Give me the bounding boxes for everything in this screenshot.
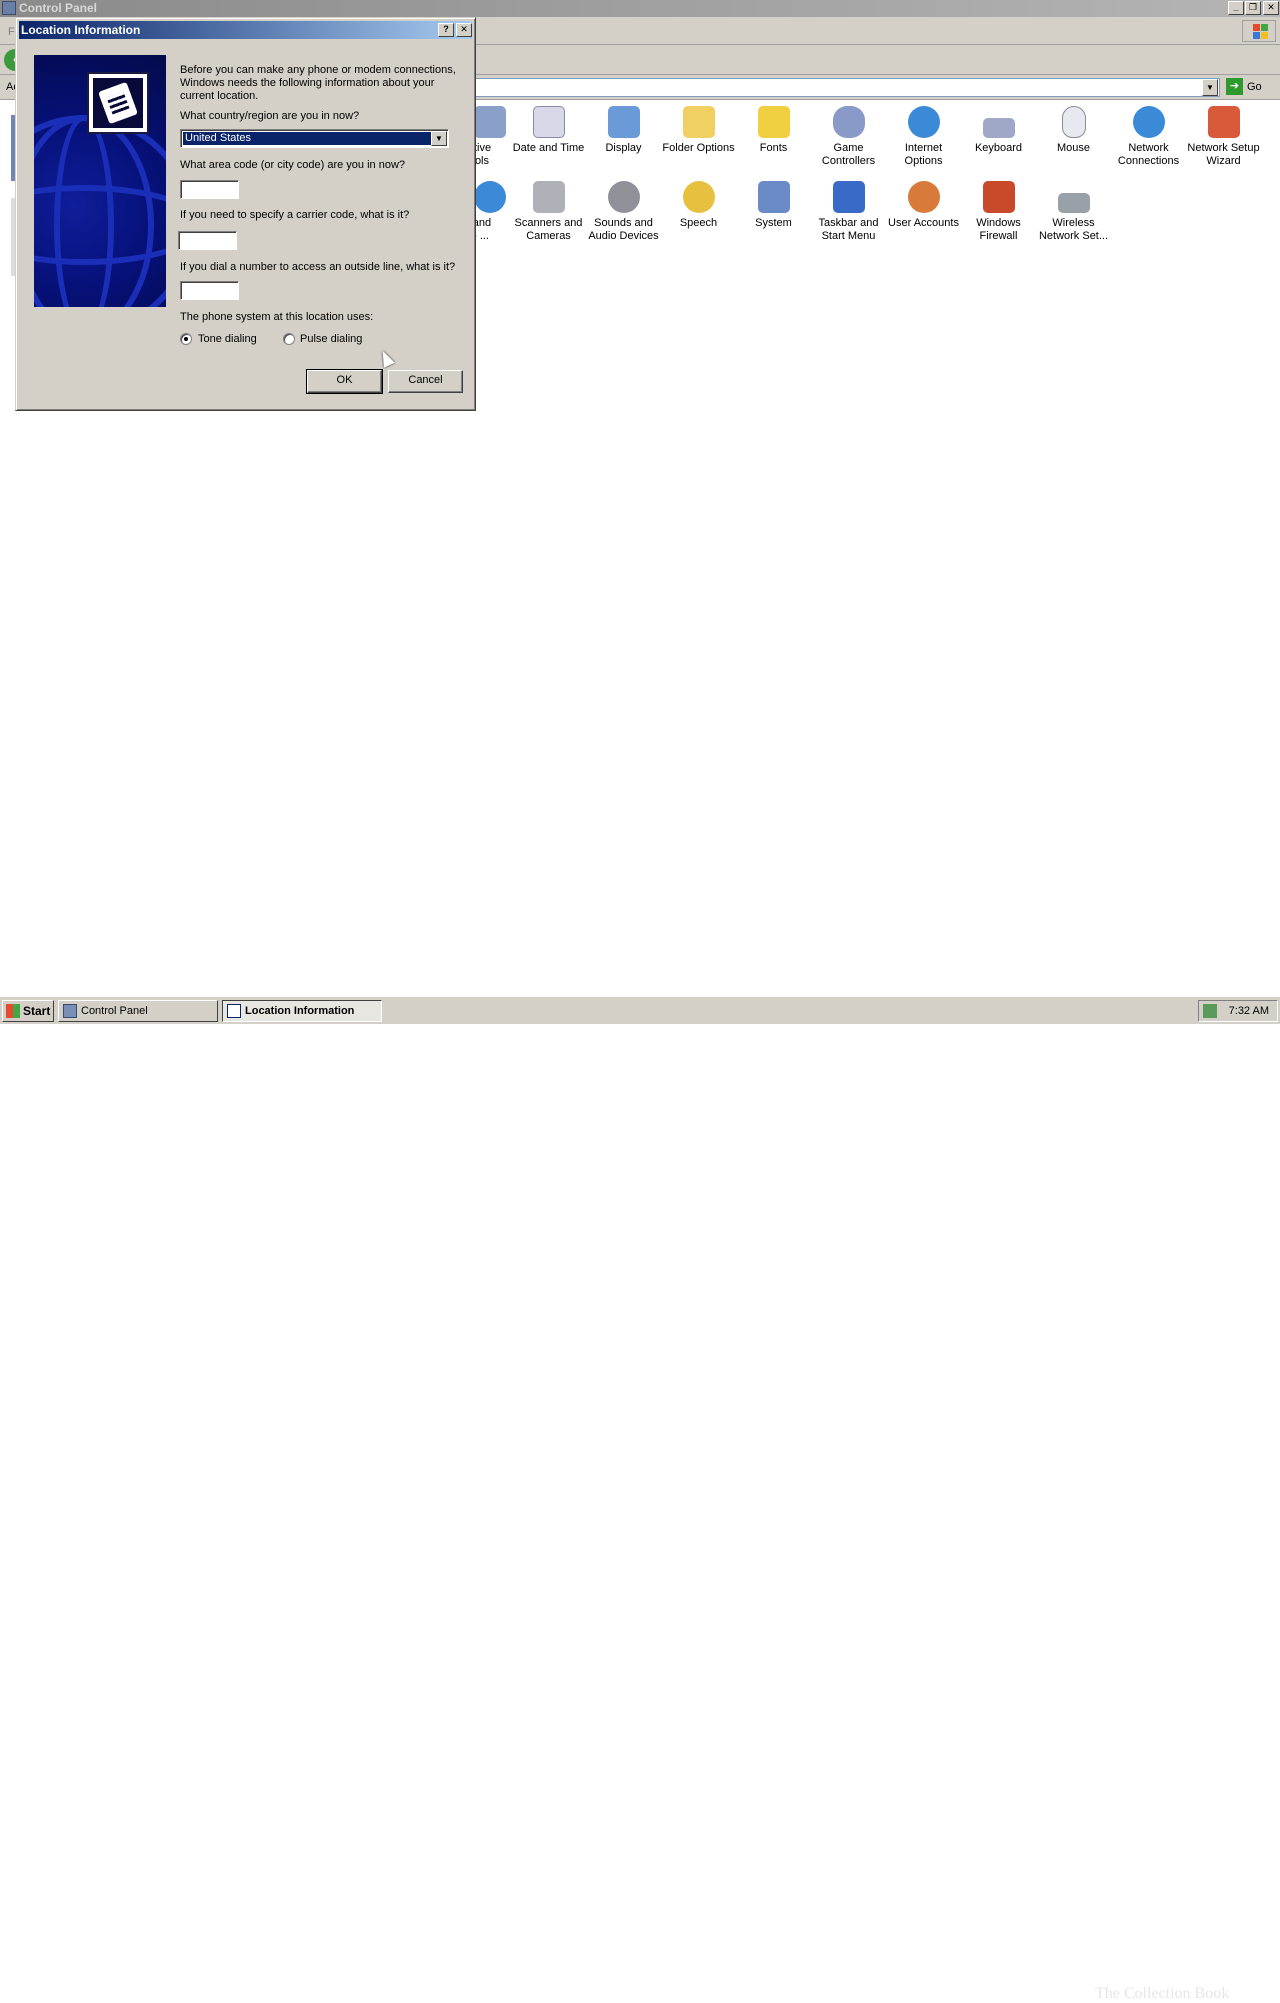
area-code-input[interactable] bbox=[180, 180, 239, 199]
mouse-icon bbox=[1061, 106, 1086, 138]
administrative-tools-icon bbox=[473, 106, 506, 138]
cp-item-wireless-network-setup[interactable]: Wireless Network Set... bbox=[1036, 181, 1111, 243]
sounds-audio-icon bbox=[607, 181, 640, 213]
user-accounts-icon bbox=[907, 181, 940, 213]
taskbar-start-menu-icon bbox=[832, 181, 865, 213]
cp-item-user-accounts[interactable]: User Accounts bbox=[886, 181, 961, 230]
telephone-icon bbox=[87, 72, 149, 134]
tone-dialing-label[interactable]: Tone dialing bbox=[198, 333, 257, 346]
control-panel-titlebar[interactable]: Control Panel _ ❐ ✕ bbox=[0, 0, 1280, 17]
cp-item-scanners-and-cameras[interactable]: Scanners and Cameras bbox=[511, 181, 586, 243]
cp-item-keyboard[interactable]: Keyboard bbox=[961, 106, 1036, 155]
cp-item-speech[interactable]: Speech bbox=[661, 181, 736, 230]
taskbar: Start Control Panel Location Information… bbox=[0, 996, 1280, 2002]
start-button[interactable]: Start bbox=[2, 1000, 54, 1022]
area-code-question: What area code (or city code) are you in… bbox=[180, 159, 406, 171]
pulse-dialing-radio[interactable] bbox=[283, 333, 295, 345]
speech-icon bbox=[682, 181, 715, 213]
country-question: What country/region are you in now? bbox=[180, 110, 360, 122]
tone-dialing-radio[interactable] bbox=[180, 333, 192, 345]
game-controllers-icon bbox=[832, 106, 865, 138]
clock[interactable]: 7:32 AM bbox=[1229, 1005, 1269, 1017]
carrier-code-input[interactable] bbox=[178, 231, 237, 250]
cp-item-folder-options[interactable]: Folder Options bbox=[661, 106, 736, 155]
go-arrow-icon: ➔ bbox=[1226, 78, 1243, 95]
outside-line-question: If you dial a number to access an outsid… bbox=[180, 261, 456, 273]
cp-item-mouse[interactable]: Mouse bbox=[1036, 106, 1111, 155]
dialog-titlebar[interactable]: Location Information ? ✕ bbox=[19, 21, 472, 39]
fonts-icon bbox=[757, 106, 790, 138]
date-time-icon bbox=[532, 106, 565, 138]
internet-options-icon bbox=[907, 106, 940, 138]
scanners-cameras-icon bbox=[532, 181, 565, 213]
cp-item-date-and-time[interactable]: Date and Time bbox=[511, 106, 586, 155]
system-icon bbox=[757, 181, 790, 213]
location-information-dialog: Location Information ? ✕ Before you can … bbox=[15, 17, 476, 411]
control-panel-app-icon bbox=[2, 1, 16, 15]
windows-logo-icon bbox=[1242, 20, 1276, 42]
country-region-select[interactable]: United States ▼ bbox=[180, 129, 449, 148]
windows-firewall-icon bbox=[982, 181, 1015, 213]
restore-button[interactable]: ❐ bbox=[1245, 1, 1261, 15]
network-connections-icon bbox=[1132, 106, 1165, 138]
task-label: Control Panel bbox=[81, 1005, 148, 1017]
network-setup-wizard-icon bbox=[1207, 106, 1240, 138]
control-panel-task-icon bbox=[63, 1004, 77, 1018]
cancel-button[interactable]: Cancel bbox=[388, 370, 463, 393]
cp-item-sounds-and-audio[interactable]: Sounds and Audio Devices bbox=[586, 181, 661, 243]
chevron-down-icon[interactable]: ▼ bbox=[431, 131, 447, 146]
cp-item-taskbar-start-menu[interactable]: Taskbar and Start Menu bbox=[811, 181, 886, 243]
cp-item-system[interactable]: System bbox=[736, 181, 811, 230]
phone-globe-illustration bbox=[34, 55, 166, 307]
control-panel-title: Control Panel bbox=[19, 1, 98, 15]
phone-modem-tray-icon[interactable] bbox=[1203, 1004, 1217, 1018]
task-label: Location Information bbox=[245, 1005, 355, 1017]
ok-button[interactable]: OK bbox=[306, 369, 383, 394]
system-tray: 7:32 AM bbox=[1198, 1000, 1278, 1022]
keyboard-icon bbox=[982, 118, 1015, 138]
cp-item-internet-options[interactable]: Internet Options bbox=[886, 106, 961, 168]
dialog-title: Location Information bbox=[21, 23, 141, 37]
cp-item-windows-firewall[interactable]: Windows Firewall bbox=[961, 181, 1036, 243]
carrier-code-question: If you need to specify a carrier code, w… bbox=[180, 209, 410, 221]
windows-flag-icon bbox=[6, 1004, 20, 1018]
dialog-close-button[interactable]: ✕ bbox=[456, 23, 472, 37]
dialog-task-icon bbox=[227, 1004, 241, 1018]
go-button[interactable]: ➔ Go bbox=[1226, 78, 1262, 97]
menu-file[interactable]: F bbox=[8, 26, 15, 38]
start-label: Start bbox=[23, 1004, 51, 1018]
taskbar-button-control-panel[interactable]: Control Panel bbox=[58, 1000, 218, 1022]
close-window-button[interactable]: ✕ bbox=[1263, 1, 1279, 15]
address-dropdown-button[interactable]: ▼ bbox=[1202, 79, 1218, 96]
help-button[interactable]: ? bbox=[438, 23, 454, 37]
outside-line-input[interactable] bbox=[180, 281, 239, 300]
intro-text: Before you can make any phone or modem c… bbox=[180, 64, 456, 102]
country-selected-value: United States bbox=[182, 131, 433, 146]
cp-item-display[interactable]: Display bbox=[586, 106, 661, 155]
minimize-button[interactable]: _ bbox=[1228, 1, 1244, 15]
folder-options-icon bbox=[682, 106, 715, 138]
phone-system-label: The phone system at this location uses: bbox=[180, 311, 374, 323]
cp-item-network-connections[interactable]: Network Connections bbox=[1111, 106, 1186, 168]
cp-item-fonts[interactable]: Fonts bbox=[736, 106, 811, 155]
regional-language-icon bbox=[473, 181, 506, 213]
display-icon bbox=[607, 106, 640, 138]
taskbar-button-location-information[interactable]: Location Information bbox=[222, 1000, 382, 1022]
cp-item-network-setup-wizard[interactable]: Network Setup Wizard bbox=[1186, 106, 1261, 168]
go-label: Go bbox=[1247, 80, 1262, 93]
pulse-dialing-label[interactable]: Pulse dialing bbox=[300, 333, 362, 346]
watermark-text: The Collection Book bbox=[1095, 1985, 1230, 2002]
wireless-network-icon bbox=[1057, 193, 1090, 213]
cp-item-game-controllers[interactable]: Game Controllers bbox=[811, 106, 886, 168]
